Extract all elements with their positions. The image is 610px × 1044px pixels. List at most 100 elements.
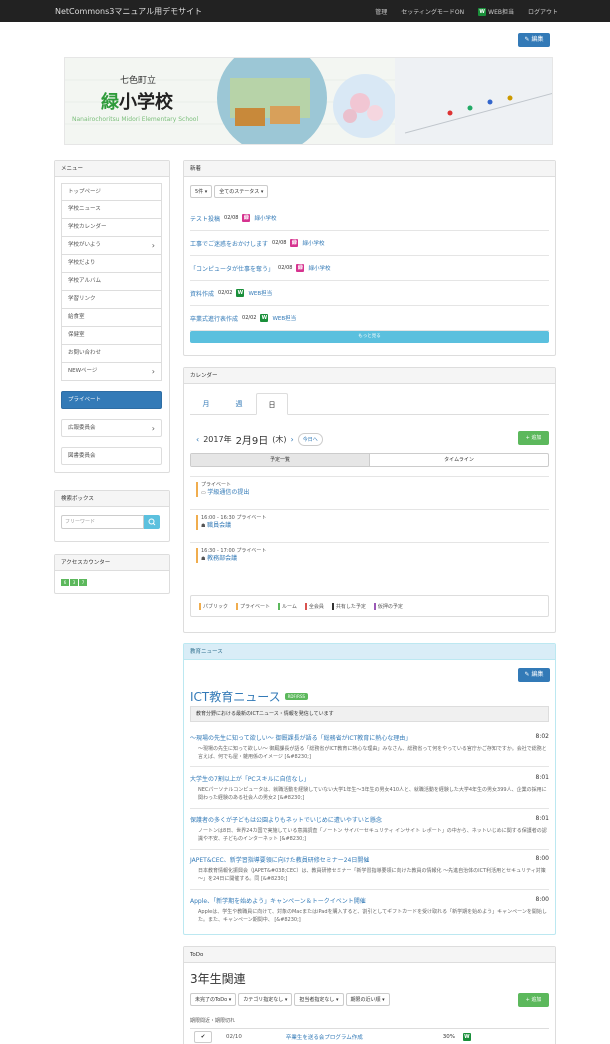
menu-item-tosho[interactable]: 図書委員会 xyxy=(61,447,162,465)
edit-icon: ✎ xyxy=(524,671,530,678)
user-avatar-icon: 緑 xyxy=(290,239,299,247)
news-title[interactable]: 卒業式進行表作成 xyxy=(190,314,238,323)
todo-status-dropdown[interactable]: 未完了のToDo ▾ xyxy=(190,993,237,1006)
divider xyxy=(190,476,549,477)
event-meta: 16:30 - 17:00 プライベート xyxy=(201,548,267,554)
divider xyxy=(190,509,549,510)
group-icon: ☗ xyxy=(201,556,206,562)
more-button[interactable]: もっと見る xyxy=(190,331,549,343)
search-title: 検索ボックス xyxy=(55,491,169,507)
menu-item-kouhou[interactable]: 広報委員会 › xyxy=(61,419,162,437)
menu-item-overview[interactable]: 学校がいよう › xyxy=(61,237,162,255)
tab-week[interactable]: 週 xyxy=(224,393,254,415)
menu-item-top[interactable]: トップページ xyxy=(61,183,162,201)
calendar-event[interactable]: 16:30 - 17:00 プライベート ☗ 教務部会議 xyxy=(196,548,266,563)
menu-item-news[interactable]: 学校ニュース xyxy=(61,201,162,219)
user-avatar-icon: 緑 xyxy=(296,264,305,272)
site-brand[interactable]: NetCommons3マニュアル用デモサイト xyxy=(55,6,202,17)
count-dropdown[interactable]: 5件 ▾ xyxy=(190,185,213,198)
nav-logout[interactable]: ログアウト xyxy=(528,7,558,16)
nav-admin[interactable]: 管理 xyxy=(375,7,387,16)
rss-item: JAPET&CEC、新学習指導要領に向けた教員研修セミナー24日開催 8:00 日本… xyxy=(190,855,549,883)
user-avatar-icon: W xyxy=(236,289,245,297)
menu-item-health[interactable]: 保健室 xyxy=(61,327,162,345)
todo-sort-dropdown[interactable]: 期限の近い順 ▾ xyxy=(345,993,390,1006)
search-input[interactable]: フリーワード xyxy=(61,515,144,529)
user-name: WEB担当 xyxy=(488,9,514,16)
user-avatar-icon: W xyxy=(260,314,269,322)
menu-item-links[interactable]: 学習リンク xyxy=(61,291,162,309)
todo-category-dropdown[interactable]: カテゴリ指定なし ▾ xyxy=(238,993,293,1006)
counter-digits: 6 3 7 xyxy=(61,579,87,586)
todo-add-button[interactable]: + 追加 xyxy=(518,993,549,1007)
menu-item-album[interactable]: 学校アルバム xyxy=(61,273,162,291)
rss-item-title[interactable]: JAPET&CEC、新学習指導要領に向けた教員研修セミナー24日開催 xyxy=(190,855,369,864)
today-button[interactable]: 今日へ xyxy=(297,433,323,446)
counter-digit: 7 xyxy=(79,579,87,586)
view-list-button[interactable]: 予定一覧 xyxy=(191,454,370,466)
tab-month[interactable]: 月 xyxy=(190,393,222,415)
news-title[interactable]: 資料作成 xyxy=(190,289,214,298)
rss-item-title[interactable]: Apple、「新学期を始めよう」キャンペーン＆トークイベント開催 xyxy=(190,896,366,905)
counter-panel: アクセスカウンター 6 3 7 xyxy=(54,554,170,594)
news-item: 「コンピュータが仕事を奪う」 02/08 緑緑小学校 xyxy=(190,256,549,281)
todo-percent: 30% xyxy=(442,1033,455,1040)
user-badge-icon: W xyxy=(478,7,487,16)
todo-assignee-dropdown[interactable]: 担当者指定なし ▾ xyxy=(294,993,344,1006)
news-user[interactable]: WEB担当 xyxy=(272,314,296,322)
nav-setting-mode[interactable]: セッティングモードON xyxy=(401,7,464,16)
next-arrow-icon[interactable]: › xyxy=(291,435,294,444)
menu-item-calendar[interactable]: 学校カレンダー xyxy=(61,219,162,237)
news-date: 02/08 xyxy=(224,215,239,221)
calendar-event[interactable]: プライベート ▭ 学級通信の提出 xyxy=(196,482,249,497)
calendar-date-nav: ‹ 2017年 2月9日 (木) › 今日へ xyxy=(196,432,323,447)
search-button[interactable] xyxy=(144,515,160,529)
rss-summary: 教育分野における最新のICTニュース・情報を発信しています xyxy=(190,706,549,722)
nav-user[interactable]: W WEB担当 xyxy=(478,7,514,16)
menu-item-lunch[interactable]: 給食室 xyxy=(61,309,162,327)
prev-arrow-icon[interactable]: ‹ xyxy=(196,435,199,444)
header-edit-button[interactable]: ✎ 編集 xyxy=(518,33,550,47)
menu-item-contact[interactable]: お問い合わせ xyxy=(61,345,162,363)
todo-row: ✔ 02/10 卒業生を送る会プログラム作成 30% W xyxy=(190,1028,549,1044)
news-title[interactable]: 「コンピュータが仕事を奪う」 xyxy=(190,264,274,273)
view-timeline-button[interactable]: タイムライン xyxy=(370,454,548,466)
calendar-legend: パブリック プライベート ルーム 全会員 共有した予定 仮押の予定 xyxy=(190,595,549,617)
search-icon xyxy=(148,518,156,526)
rss-edit-button[interactable]: ✎ 編集 xyxy=(518,668,550,682)
news-user[interactable]: WEB担当 xyxy=(248,289,272,297)
news-title[interactable]: テスト投稿 xyxy=(190,214,220,223)
news-item: 工事でご迷惑をおかけします 02/08 緑緑小学校 xyxy=(190,231,549,256)
todo-section-label: 期限間近・期限切れ xyxy=(190,1018,236,1024)
school-name-small: 七色町立 xyxy=(120,76,157,86)
rss-item-title[interactable]: 大学生の7割以上が「PCスキルに自信なし」 xyxy=(190,774,310,783)
rss-item-title[interactable]: 保護者の多くが子どもは公園よりもネットでいじめに遭いやすいと懸念 xyxy=(190,815,382,824)
event-meta: 16:00 - 16:30 プライベート xyxy=(201,515,267,521)
news-user[interactable]: 緑小学校 xyxy=(254,214,276,222)
menu-item-letter[interactable]: 学校だより xyxy=(61,255,162,273)
status-dropdown[interactable]: 全てのステータス ▾ xyxy=(214,185,269,198)
legend-public: パブリック xyxy=(199,602,228,610)
menu-item-private[interactable]: プライベート xyxy=(61,391,162,409)
news-title[interactable]: 工事でご迷惑をおかけします xyxy=(190,239,268,248)
news-user[interactable]: 緑小学校 xyxy=(308,264,330,272)
tab-day[interactable]: 日 xyxy=(256,393,288,415)
calendar-view-toggle: 予定一覧 タイムライン xyxy=(190,453,549,467)
rss-item-time: 8:01 xyxy=(535,815,549,822)
calendar-date: 2月9日 xyxy=(235,436,269,447)
menu-item-new-page[interactable]: NEWページ › xyxy=(61,363,162,381)
caret-down-icon: ▾ xyxy=(336,997,339,1003)
todo-title: 3年生関連 xyxy=(190,972,246,986)
rss-item: ～現場の先生に知って欲しい～ 御厩課長が語る「総務省がICT教育に熱心な理由」 8… xyxy=(190,733,549,761)
calendar-event[interactable]: 16:00 - 16:30 プライベート ☗ 職員会議 xyxy=(196,515,266,530)
rss-badge: RDF/RSS xyxy=(284,693,309,700)
news-user[interactable]: 緑小学校 xyxy=(302,239,324,247)
rss-item-desc: NECパーソナルコンピュータは、就職活動を経験していない大学1年生～3年生の男女… xyxy=(198,787,547,801)
rss-title[interactable]: ICT教育ニュース xyxy=(190,688,281,705)
legend-all-members: 全会員 xyxy=(304,602,324,610)
rss-item-title[interactable]: ～現場の先生に知って欲しい～ 御厩課長が語る「総務省がICT教育に熱心な理由」 xyxy=(190,733,411,742)
todo-item-title[interactable]: 卒業生を送る会プログラム作成 xyxy=(286,1033,363,1041)
checkmark-icon[interactable]: ✔ xyxy=(194,1030,212,1043)
rss-item-time: 8:00 xyxy=(535,896,549,903)
calendar-add-button[interactable]: + 追加 xyxy=(518,431,549,445)
